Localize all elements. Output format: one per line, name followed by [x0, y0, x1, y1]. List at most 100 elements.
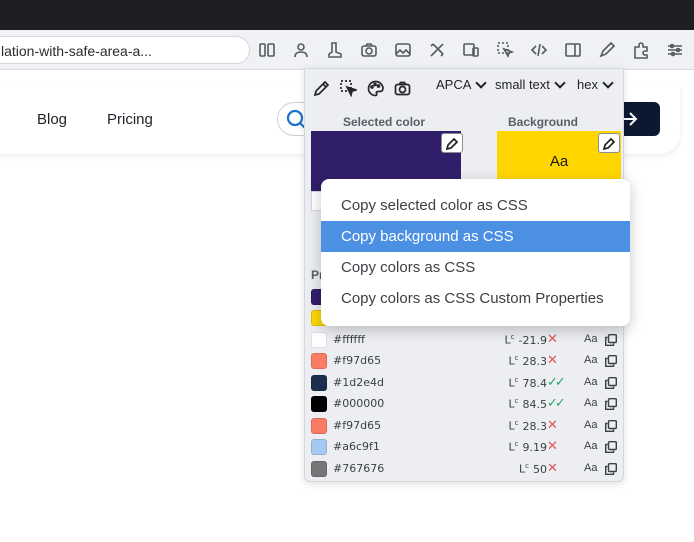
menu-item-copy-selected[interactable]: Copy selected color as CSS [321, 190, 630, 221]
preview-text-button[interactable]: Aa [584, 333, 597, 345]
copy-icon[interactable] [605, 462, 619, 476]
color-swatch [311, 375, 327, 391]
contrast-value: Lc 50 [519, 462, 547, 476]
lc-superscript: c [510, 333, 515, 341]
lc-number: 50 [533, 462, 547, 476]
eyedropper-icon[interactable] [310, 77, 332, 99]
pointer-icon[interactable] [493, 38, 517, 62]
background-sample-text: Aa [549, 153, 569, 170]
palette-row[interactable]: #000000 Lc 84.5 ✓✓ Aa [305, 394, 625, 415]
preview-text-button[interactable]: Aa [584, 376, 597, 388]
edit-background-button[interactable] [598, 133, 620, 153]
color-hex: #1d2e4d [333, 376, 384, 389]
devices-icon[interactable] [459, 38, 483, 62]
fail-icon: ✕ [547, 438, 558, 453]
menu-item-copy-colors[interactable]: Copy colors as CSS [321, 252, 630, 283]
element-picker-icon[interactable] [337, 77, 359, 99]
url-text: lation-with-safe-area-a... [1, 43, 152, 59]
chevron-down-icon [602, 76, 614, 89]
lc-superscript: c [514, 440, 519, 448]
algorithm-value: APCA [436, 77, 472, 92]
text-size-value: small text [495, 77, 550, 92]
boot-icon[interactable] [323, 38, 347, 62]
color-hex: #f97d65 [333, 354, 382, 367]
color-swatch [311, 439, 327, 455]
selected-color-label: Selected color [343, 115, 426, 129]
copy-icon[interactable] [605, 376, 619, 390]
color-hex: #ffffff [333, 333, 365, 346]
pass-icon: ✓✓ [547, 395, 566, 410]
address-bar[interactable]: lation-with-safe-area-a... [0, 36, 250, 64]
copy-icon[interactable] [605, 419, 619, 433]
lc-number: 28.3 [522, 354, 548, 368]
palette-row[interactable]: #1d2e4d Lc 78.4 ✓✓ Aa [305, 373, 625, 394]
palette-row[interactable]: #f97d65 Lc 28.3 ✕ Aa [305, 351, 625, 372]
color-swatch [311, 353, 327, 369]
lc-superscript: c [514, 419, 519, 427]
tools-icon[interactable] [425, 38, 449, 62]
sliders-icon[interactable] [663, 38, 687, 62]
chevron-down-icon [554, 76, 566, 89]
lc-number: 84.5 [522, 397, 548, 411]
camera-icon[interactable] [357, 38, 381, 62]
contrast-value: Lc 9.19 [509, 440, 548, 454]
fail-icon: ✕ [547, 460, 558, 475]
color-hex: #767676 [333, 462, 385, 475]
palette-row[interactable]: #ffffff Lc -21.9 ✕ Aa [305, 330, 625, 351]
color-swatch [311, 396, 327, 412]
contrast-value: Lc 28.3 [509, 354, 548, 368]
contrast-value: Lc -21.9 [505, 333, 547, 347]
preview-text-button[interactable]: Aa [584, 397, 597, 409]
palette-row[interactable]: #a6c9f1 Lc 9.19 ✕ Aa [305, 437, 625, 458]
image-icon[interactable] [391, 38, 415, 62]
lc-superscript: c [514, 376, 519, 384]
browser-title-bar [0, 0, 694, 30]
copy-icon[interactable] [605, 440, 619, 454]
pencil-icon [445, 137, 458, 150]
pencil-icon[interactable] [595, 38, 619, 62]
palette-row[interactable]: #f97d65 Lc 28.3 ✕ Aa [305, 416, 625, 437]
color-hex: #a6c9f1 [333, 440, 380, 453]
lc-superscript: c [525, 462, 529, 470]
browser-toolbar: lation-with-safe-area-a... [0, 30, 694, 93]
color-swatch [311, 461, 327, 477]
copy-icon[interactable] [605, 333, 619, 347]
color-hex: #000000 [333, 397, 385, 410]
lc-number: -21.9 [518, 333, 547, 347]
palette-row[interactable]: #767676 Lc 50 ✕ Aa [305, 459, 625, 480]
lc-number: 28.3 [522, 419, 548, 433]
pencil-icon [602, 137, 615, 150]
format-value: hex [577, 77, 598, 92]
person-icon[interactable] [289, 38, 313, 62]
code-icon[interactable] [527, 38, 551, 62]
nav-link-pricing[interactable]: Pricing [107, 111, 153, 128]
color-hex: #f97d65 [333, 419, 382, 432]
puzzle-icon[interactable] [629, 38, 653, 62]
lc-superscript: c [514, 354, 519, 362]
panel-icon[interactable] [561, 38, 585, 62]
copy-icon[interactable] [605, 354, 619, 368]
fail-icon: ✕ [547, 417, 558, 432]
preview-text-button[interactable]: Aa [584, 462, 597, 474]
preview-text-button[interactable]: Aa [584, 354, 597, 366]
lc-superscript: c [514, 397, 519, 405]
palette-icon[interactable] [364, 77, 386, 99]
edit-selected-button[interactable] [441, 133, 463, 153]
algorithm-select[interactable]: APCA [436, 76, 488, 92]
menu-item-copy-custom-properties[interactable]: Copy colors as CSS Custom Properties [321, 283, 630, 314]
preview-text-button[interactable]: Aa [584, 419, 597, 431]
format-select[interactable]: hex [577, 76, 614, 92]
lc-number: 78.4 [522, 376, 548, 390]
screen: lation-with-safe-area-a... Blog Pricing … [0, 0, 694, 542]
menu-item-copy-background[interactable]: Copy background as CSS [321, 221, 630, 252]
contrast-value: Lc 78.4 [509, 376, 548, 390]
camera-icon[interactable] [391, 77, 413, 99]
contrast-value: Lc 84.5 [509, 397, 548, 411]
preview-text-button[interactable]: Aa [584, 440, 597, 452]
copy-icon[interactable] [605, 397, 619, 411]
sidebar-icon[interactable] [255, 38, 279, 62]
color-swatch [311, 332, 327, 348]
nav-link-blog[interactable]: Blog [37, 111, 67, 128]
contrast-value: Lc 28.3 [509, 419, 548, 433]
text-size-select[interactable]: small text [495, 76, 566, 92]
